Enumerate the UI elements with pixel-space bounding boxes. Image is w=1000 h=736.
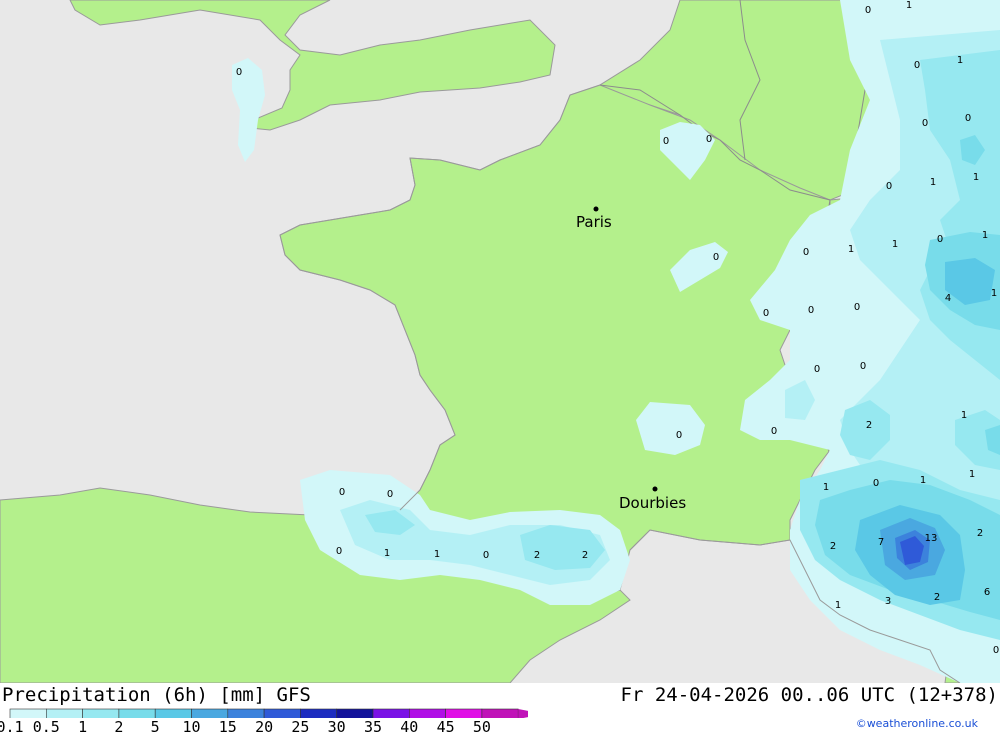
legend-swatch <box>372 708 410 718</box>
value-label: 3 <box>885 596 891 607</box>
legend-label: 25 <box>291 718 310 736</box>
value-label: 0 <box>886 181 892 192</box>
value-label: 0 <box>808 305 814 316</box>
value-label: 0 <box>854 302 860 313</box>
legend-swatch <box>191 708 229 718</box>
color-scale-legend <box>9 708 528 718</box>
legend-label: 5 <box>150 718 160 736</box>
value-label: 2 <box>830 541 836 552</box>
value-label: 0 <box>336 546 342 557</box>
value-label: 0 <box>814 364 820 375</box>
city-label-dourbies: Dourbies <box>619 494 686 512</box>
value-label: 1 <box>835 600 841 611</box>
legend-swatch <box>227 708 265 718</box>
legend-label: 40 <box>400 718 419 736</box>
legend-label: 35 <box>363 718 383 736</box>
legend-swatch <box>263 708 301 718</box>
value-label: 0 <box>914 60 920 71</box>
value-label: 1 <box>961 410 967 421</box>
city-marker-dourbies <box>652 486 658 492</box>
legend-label: 1 <box>78 718 88 736</box>
value-label: 0 <box>387 489 393 500</box>
value-label: 1 <box>892 239 898 250</box>
legend-label: 50 <box>472 718 491 736</box>
legend-label: 0.5 <box>32 718 60 736</box>
value-label: 2 <box>582 550 588 561</box>
value-label: 1 <box>434 549 440 560</box>
value-label: 1 <box>920 475 926 486</box>
value-label: 1 <box>991 288 997 299</box>
value-label: 0 <box>713 252 719 263</box>
value-label: 2 <box>977 528 983 539</box>
legend-swatch <box>82 708 120 718</box>
value-label: 1 <box>982 230 988 241</box>
value-label: 1 <box>384 548 390 559</box>
precipitation-map: 0 1 0 0 1 0 0 1 1 0 0 0 1 0 1 1 0 4 1 0 … <box>0 0 1000 683</box>
value-label: 0 <box>922 118 928 129</box>
value-label: 1 <box>848 244 854 255</box>
credit-link[interactable]: ©weatheronline.co.uk <box>856 717 978 730</box>
value-label: 0 <box>993 645 999 656</box>
value-label: 2 <box>534 550 540 561</box>
value-label: 4 <box>945 293 951 304</box>
legend-arrow <box>518 709 528 718</box>
legend-label: 45 <box>436 718 455 736</box>
legend-swatch <box>9 708 47 718</box>
legend-swatch <box>408 708 446 718</box>
legend-label: 20 <box>255 718 274 736</box>
city-label-paris: Paris <box>576 213 612 231</box>
value-label: 1 <box>930 177 936 188</box>
value-label: 7 <box>878 537 884 548</box>
legend-swatch <box>300 708 337 718</box>
value-label: 6 <box>984 587 990 598</box>
value-label: 0 <box>763 308 769 319</box>
legend-label: 15 <box>218 718 237 736</box>
value-label: 1 <box>957 55 963 66</box>
legend-label: 10 <box>182 718 201 736</box>
legend-swatch <box>445 708 483 718</box>
footer-bar: Precipitation (6h) [mm] GFS Fr 24-04-202… <box>0 683 1000 736</box>
value-label: 0 <box>676 430 682 441</box>
value-label: 2 <box>934 592 940 603</box>
value-label: 0 <box>706 134 712 145</box>
city-marker-paris <box>593 206 599 212</box>
legend-swatch <box>336 708 374 718</box>
value-label: 1 <box>906 0 912 11</box>
value-label: 0 <box>483 550 489 561</box>
value-label: 0 <box>937 234 943 245</box>
legend-swatch <box>481 708 519 718</box>
value-label: 2 <box>866 420 872 431</box>
legend-label: 30 <box>327 718 346 736</box>
value-label: 0 <box>339 487 345 498</box>
value-label: 0 <box>860 361 866 372</box>
product-title: Precipitation (6h) [mm] GFS <box>2 684 311 706</box>
value-label: 0 <box>771 426 777 437</box>
value-label: 1 <box>823 482 829 493</box>
legend-label: 0.1 <box>0 718 24 736</box>
value-label: 1 <box>973 172 979 183</box>
legend-swatch <box>45 708 83 718</box>
value-label: 0 <box>965 113 971 124</box>
value-label: 1 <box>969 469 975 480</box>
legend-swatch <box>118 708 156 718</box>
value-label: 0 <box>236 67 242 78</box>
value-label: 0 <box>803 247 809 258</box>
value-label: 0 <box>873 478 879 489</box>
legend-swatch <box>154 708 192 718</box>
forecast-datetime: Fr 24-04-2026 00..06 UTC (12+378) <box>620 684 999 706</box>
value-label: 0 <box>663 136 669 147</box>
value-label: 0 <box>865 5 871 16</box>
legend-label: 2 <box>114 718 124 736</box>
value-label: 13 <box>925 533 938 544</box>
